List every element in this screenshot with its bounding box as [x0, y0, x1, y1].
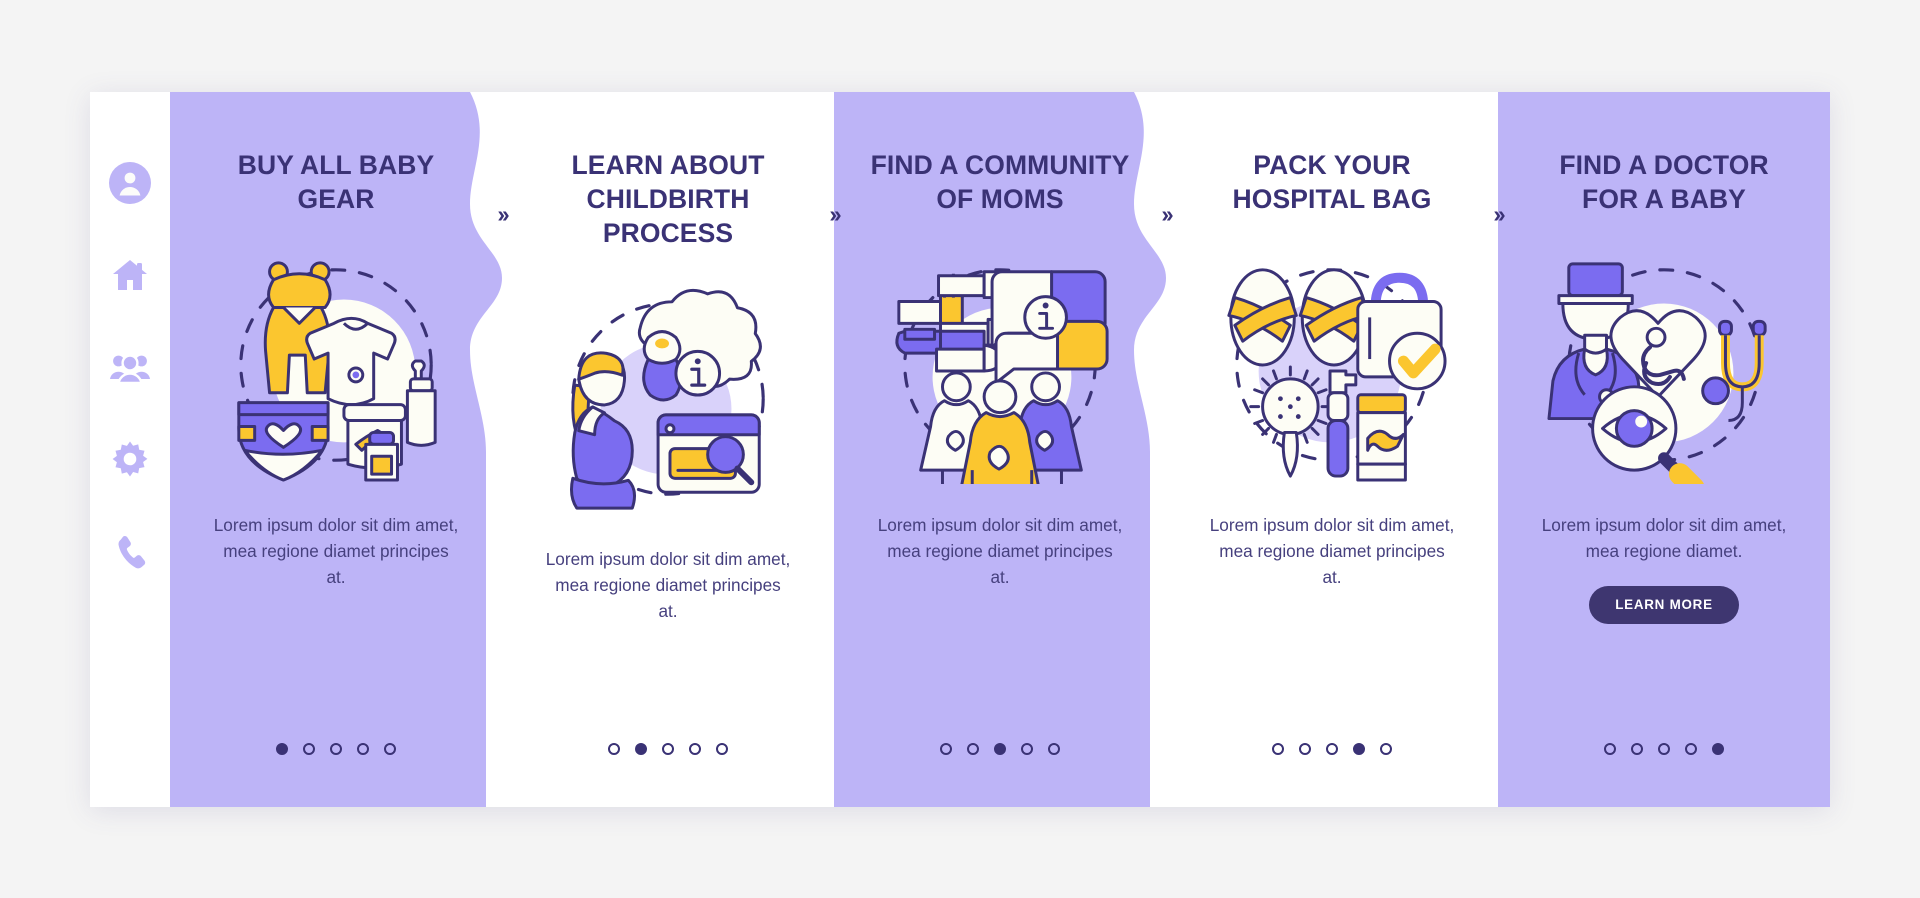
- pagination-dot[interactable]: [608, 742, 620, 755]
- pagination-dot[interactable]: [716, 742, 728, 755]
- pagination-dot[interactable]: [384, 742, 396, 755]
- pagination-dot[interactable]: [1272, 742, 1284, 755]
- phone-icon: [111, 532, 149, 570]
- sidebar-item-home[interactable]: [107, 252, 153, 298]
- pagination-dot[interactable]: [689, 742, 701, 755]
- onboarding-card-2[interactable]: LEARN ABOUT CHILDBIRTH PROCESS Lorem ips…: [502, 91, 842, 807]
- card-title: BUY ALL BABY GEAR: [237, 149, 435, 214]
- pagination-dots: [834, 742, 1166, 755]
- pregnant-woman-info-illustration: [549, 280, 787, 518]
- card-title: PACK YOUR HOSPITAL BAG: [1232, 149, 1432, 214]
- next-step-chevron[interactable]: ››: [1146, 195, 1186, 235]
- gear-icon: [110, 439, 150, 479]
- community-of-moms-illustration: [881, 246, 1119, 484]
- pagination-dot[interactable]: [1712, 742, 1724, 755]
- pagination-dot[interactable]: [330, 742, 342, 755]
- onboarding-template-frame: BUY ALL BABY GEAR Lorem ipsum dolor sit …: [90, 91, 1830, 807]
- pagination-dots: [1498, 742, 1830, 755]
- next-step-chevron[interactable]: ››: [482, 195, 522, 235]
- pagination-dot[interactable]: [1353, 742, 1365, 755]
- card-body-text: Lorem ipsum dolor sit dim amet, mea regi…: [1541, 514, 1787, 561]
- next-step-chevron[interactable]: ››: [814, 195, 854, 235]
- pagination-dot[interactable]: [1299, 742, 1311, 755]
- user-circle-icon: [108, 161, 152, 205]
- pagination-dot[interactable]: [1658, 742, 1670, 755]
- card-body-text: Lorem ipsum dolor sit dim amet, mea regi…: [1209, 514, 1455, 588]
- pagination-dot[interactable]: [994, 742, 1006, 755]
- pagination-dot[interactable]: [635, 742, 647, 755]
- card-body-text: Lorem ipsum dolor sit dim amet, mea regi…: [545, 549, 791, 622]
- pagination-dots: [502, 742, 834, 755]
- pagination-dot[interactable]: [1326, 742, 1338, 755]
- sidebar-item-settings[interactable]: [107, 436, 153, 482]
- pagination-dot[interactable]: [1685, 742, 1697, 755]
- pagination-dot[interactable]: [1048, 742, 1060, 755]
- pagination-dot[interactable]: [357, 742, 369, 755]
- onboarding-card-1[interactable]: BUY ALL BABY GEAR Lorem ipsum dolor sit …: [170, 91, 510, 807]
- sidebar-item-contact[interactable]: [107, 528, 153, 574]
- pagination-dot[interactable]: [940, 742, 952, 755]
- pagination-dot[interactable]: [967, 742, 979, 755]
- baby-gear-illustration: [217, 246, 455, 484]
- pagination-dots: [170, 742, 502, 755]
- card-body-text: Lorem ipsum dolor sit dim amet, mea regi…: [213, 514, 459, 588]
- pagination-dot[interactable]: [303, 742, 315, 755]
- doctor-checkup-illustration: [1545, 246, 1783, 484]
- next-step-chevron[interactable]: ››: [1478, 195, 1518, 235]
- pagination-dot[interactable]: [1604, 742, 1616, 755]
- hospital-bag-illustration: [1213, 246, 1451, 484]
- pagination-dot[interactable]: [1380, 742, 1392, 755]
- sidebar-item-profile[interactable]: [107, 160, 153, 206]
- onboarding-cards-strip: BUY ALL BABY GEAR Lorem ipsum dolor sit …: [170, 91, 1830, 807]
- onboarding-card-3[interactable]: FIND A COMMUNITY OF MOMS Lorem ipsum dol…: [834, 91, 1174, 807]
- card-title: LEARN ABOUT CHILDBIRTH PROCESS: [571, 149, 765, 248]
- pagination-dot[interactable]: [662, 742, 674, 755]
- sidebar-nav: [90, 91, 170, 807]
- pagination-dot[interactable]: [1631, 742, 1643, 755]
- card-body-text: Lorem ipsum dolor sit dim amet, mea regi…: [877, 514, 1123, 588]
- card-title: FIND A DOCTOR FOR A BABY: [1559, 149, 1769, 214]
- card-title: FIND A COMMUNITY OF MOMS: [870, 149, 1130, 214]
- learn-more-button[interactable]: LEARN MORE: [1589, 586, 1739, 625]
- people-group-icon: [109, 347, 151, 387]
- onboarding-card-4[interactable]: PACK YOUR HOSPITAL BAG Lorem ipsum dolor…: [1166, 91, 1506, 807]
- pagination-dot[interactable]: [276, 742, 288, 755]
- sidebar-item-community[interactable]: [107, 344, 153, 390]
- pagination-dot[interactable]: [1021, 742, 1033, 755]
- home-icon: [110, 255, 150, 295]
- pagination-dots: [1166, 742, 1498, 755]
- onboarding-card-5[interactable]: FIND A DOCTOR FOR A BABY Lorem ipsum dol…: [1498, 91, 1830, 807]
